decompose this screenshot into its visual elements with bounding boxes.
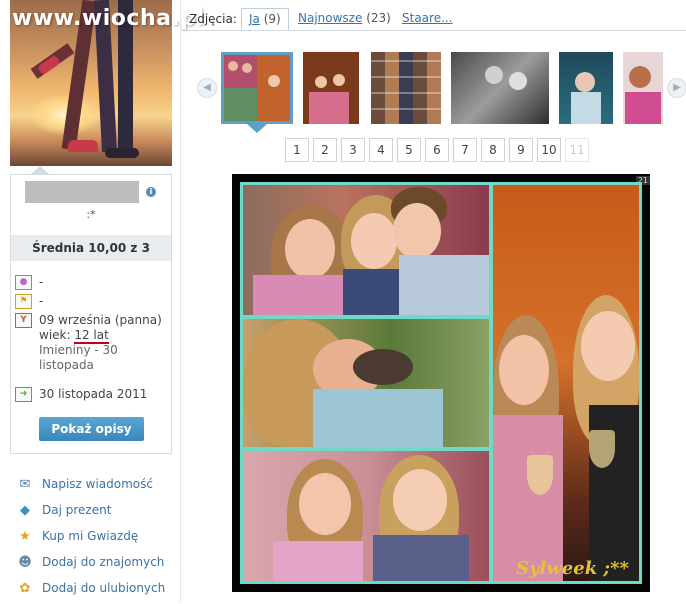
action-label: Dodaj do znajomych — [42, 555, 165, 569]
envelope-icon: ✉ — [19, 477, 31, 492]
action-label: Napisz wiadomość — [42, 477, 153, 491]
person-icon: ● — [15, 275, 32, 290]
profile-sidebar: www.wiocha.pl i :* Średnia 10,00 z 3 ● -… — [0, 0, 204, 604]
page-button[interactable]: 3 — [341, 138, 365, 162]
tab-label: Najnowsze — [298, 11, 363, 25]
tab-staare[interactable]: Staare... — [395, 8, 460, 30]
thumbnail-4[interactable] — [451, 52, 549, 124]
photo-figure — [105, 148, 139, 158]
page-button-current: 11 — [565, 138, 589, 162]
photo-tabs: Zdjęcia: Ja (9) Najnowsze (23) Staare... — [181, 8, 686, 30]
site-watermark: www.wiocha.pl — [12, 6, 205, 31]
photo-figure — [37, 54, 61, 76]
collage-cell — [243, 185, 489, 315]
rating-average: Średnia 10,00 z 3 — [11, 235, 171, 261]
flag-icon: ⚑ — [15, 294, 32, 309]
page-button[interactable]: 8 — [481, 138, 505, 162]
name-day: Imieniny - 30 listopada — [39, 343, 118, 372]
photo-signature: Sylweek ;** — [516, 558, 629, 579]
tab-label: Ja — [249, 12, 260, 26]
page-button[interactable]: 10 — [537, 138, 561, 162]
give-gift-link[interactable]: ◆ Daj prezent — [16, 500, 176, 526]
status-text: :* — [86, 208, 96, 221]
birthday-date: 09 września (panna) — [39, 313, 162, 327]
photo-collage — [240, 182, 642, 584]
tab-label: Staare... — [402, 11, 453, 25]
joined-date: 30 listopada 2011 — [39, 387, 148, 401]
thumbnail-3[interactable] — [371, 52, 441, 124]
tabs-label: Zdjęcia: — [189, 12, 237, 26]
photos-panel: Zdjęcia: Ja (9) Najnowsze (23) Staare...… — [180, 0, 686, 602]
username-redacted — [25, 181, 139, 203]
page-button[interactable]: 4 — [369, 138, 393, 162]
page-button[interactable]: 6 — [425, 138, 449, 162]
add-favorite-link[interactable]: ✿ Dodaj do ulubionych — [16, 578, 176, 604]
page-button[interactable]: 5 — [397, 138, 421, 162]
send-message-link[interactable]: ✉ Napisz wiadomość — [16, 474, 176, 500]
info-row-birthday: Y 09 września (panna) wiek: 12 lat Imien… — [15, 313, 169, 377]
add-friend-link[interactable]: ☻ Dodaj do znajomych — [16, 552, 176, 578]
page-button[interactable]: 9 — [509, 138, 533, 162]
thumbnail-strip: ◀ ▶ — [181, 50, 686, 128]
collage-cell — [243, 319, 489, 447]
arrow-right-icon: ➜ — [15, 387, 32, 402]
birthday-block: 09 września (panna) wiek: 12 lat Imienin… — [39, 313, 167, 373]
action-list: ✉ Napisz wiadomość ◆ Daj prezent ★ Kup m… — [16, 474, 176, 604]
star-person-icon: ★ — [19, 529, 31, 544]
profile-card: i :* Średnia 10,00 z 3 ● - ⚑ - Y 09 wrze… — [10, 174, 172, 454]
prev-arrow-icon[interactable]: ◀ — [197, 78, 217, 98]
tab-count: (9) — [263, 12, 281, 26]
show-descriptions-button[interactable]: Pokaż opisy — [39, 417, 144, 441]
action-label: Daj prezent — [42, 503, 112, 517]
gift-icon: ◆ — [20, 503, 30, 518]
info-value: - — [39, 275, 44, 289]
next-arrow-icon[interactable]: ▶ — [667, 78, 686, 98]
action-label: Dodaj do ulubionych — [42, 581, 166, 595]
collage-cell — [243, 451, 489, 581]
action-label: Kup mi Gwiazdę — [42, 529, 139, 543]
flower-icon: ✿ — [19, 581, 31, 596]
age-line: wiek: 12 lat — [39, 328, 167, 344]
age-value: 12 lat — [74, 328, 109, 344]
info-value: - — [39, 294, 44, 308]
age-label: wiek: — [39, 328, 75, 342]
buy-star-link[interactable]: ★ Kup mi Gwiazdę — [16, 526, 176, 552]
tabs-divider — [181, 30, 686, 31]
page-button[interactable]: 7 — [453, 138, 477, 162]
cocktail-icon: Y — [15, 313, 32, 328]
info-icon[interactable]: i — [146, 187, 156, 197]
photo-figure — [68, 140, 98, 152]
thumbnail-5[interactable] — [559, 52, 613, 124]
main-photo[interactable]: 21 Sylweek ;** — [232, 174, 650, 592]
tab-ja[interactable]: Ja (9) — [241, 8, 289, 30]
selected-pointer — [247, 124, 267, 133]
thumbnail-1[interactable] — [221, 52, 293, 124]
page-button[interactable]: 2 — [313, 138, 337, 162]
page-button[interactable]: 1 — [285, 138, 309, 162]
thumbnail-2[interactable] — [303, 52, 359, 124]
tab-count: (23) — [366, 11, 391, 25]
collage-cell — [493, 185, 639, 581]
tab-najnowsze[interactable]: Najnowsze (23) — [291, 8, 398, 30]
thumbnail-6[interactable] — [623, 52, 663, 124]
add-friend-icon: ☻ — [18, 555, 32, 570]
